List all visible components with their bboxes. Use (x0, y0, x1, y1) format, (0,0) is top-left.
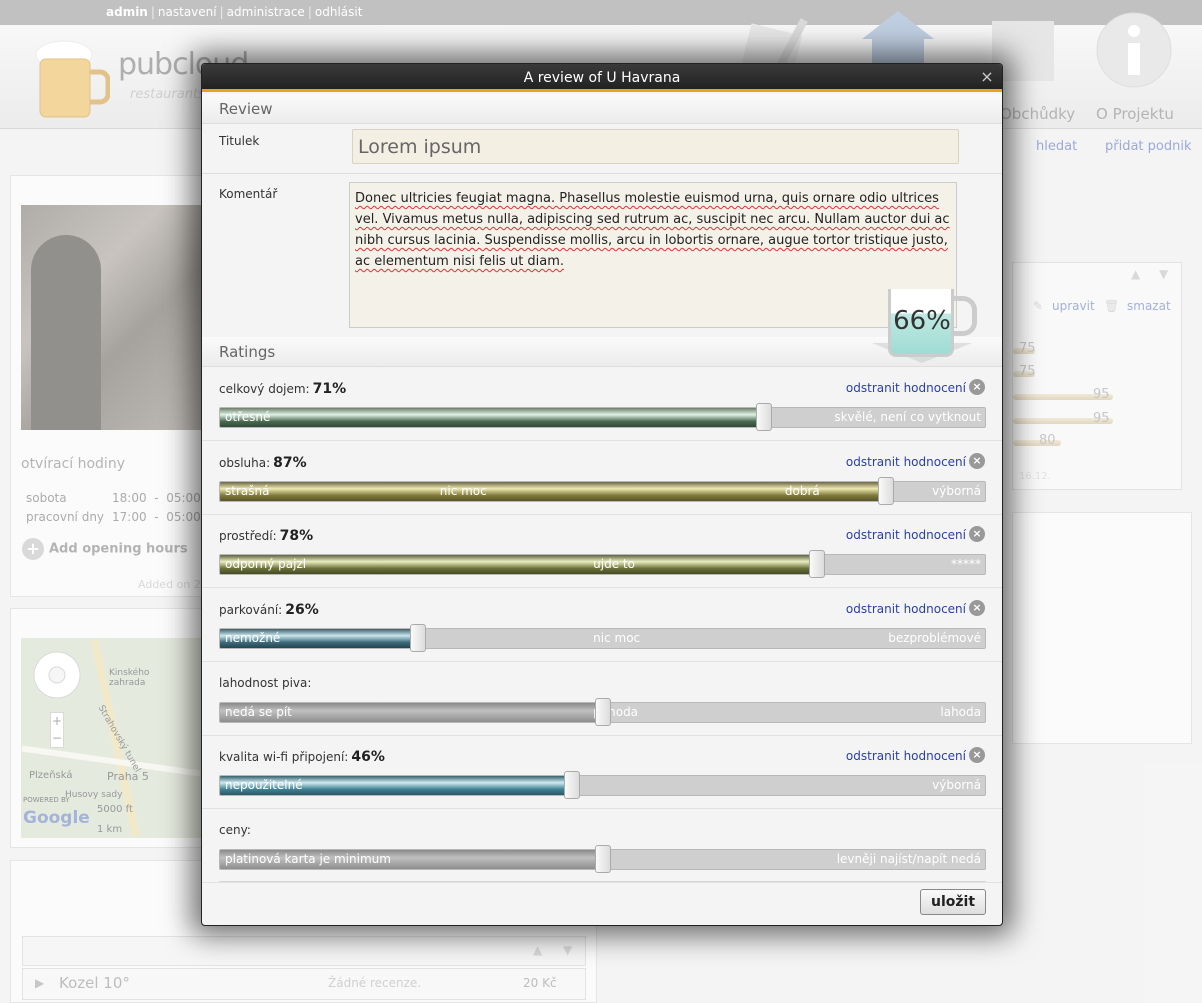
slider-tick-label: lahoda (940, 705, 981, 719)
slider-tick-label: výborná (932, 778, 981, 792)
rating-value: 26% (285, 602, 319, 618)
comment-label: Komentář (219, 187, 278, 201)
slider-tick-label: výborná (932, 484, 981, 498)
rating-slider-handle[interactable] (878, 477, 895, 505)
rating-slider-fill (220, 408, 765, 427)
slider-tick-label: nic moc (439, 484, 487, 498)
slider-tick-label: ujde to (593, 557, 635, 571)
rating-slider-fill (220, 555, 819, 574)
rating-value: 46% (351, 749, 385, 765)
rating-label: prostředí: 78% (219, 528, 314, 544)
overall-percentage: 66% (893, 306, 951, 336)
rating-row: prostředí: 78% odstranit hodnocení × odporný… (202, 514, 1002, 588)
slider-tick-label: nepoužitelné (225, 778, 303, 792)
rating-row: obsluha: 87% odstranit hodnocení × strašná ni… (202, 441, 1002, 515)
remove-rating-link[interactable]: odstranit hodnocení (846, 528, 966, 542)
slider-tick-label: otřesné (225, 410, 271, 424)
slider-tick-label: strašná (225, 484, 270, 498)
remove-icon[interactable]: × (969, 526, 985, 542)
remove-rating-link[interactable]: odstranit hodnocení (846, 602, 966, 616)
rating-label: obsluha: 87% (219, 455, 307, 471)
rating-slider-track[interactable]: nemožné nic moc bezproblémové (219, 628, 986, 649)
slider-tick-label: levněji najíst/napít nedá (836, 852, 981, 866)
rating-slider-track[interactable]: strašná nic moc dobrá výborná (219, 481, 986, 502)
slider-tick-label: odporný pajzl (225, 557, 307, 571)
review-section-heading: Review (202, 94, 1002, 124)
rating-slider-handle[interactable] (594, 698, 611, 726)
slider-tick-label: nemožné (225, 631, 281, 645)
rating-value: 87% (273, 455, 307, 471)
rating-label: celkový dojem: 71% (219, 381, 347, 397)
remove-rating-link[interactable]: odstranit hodnocení (846, 455, 966, 469)
save-button[interactable]: uložit (920, 889, 986, 915)
remove-icon[interactable]: × (969, 747, 985, 763)
rating-slider-track[interactable]: nepoužitelné výborná (219, 775, 986, 796)
title-label: Titulek (219, 134, 260, 148)
slider-tick-label: nic moc (593, 631, 641, 645)
rating-row: ceny: platinová karta je minimum levněji n… (202, 809, 1002, 883)
dialog-title: A review of U Havrana (523, 70, 681, 86)
slider-tick-label: skvělé, není co vytknout (834, 410, 981, 424)
rating-slider-track[interactable]: odporný pajzl ujde to ***** (219, 554, 986, 575)
rating-label: lahodnost piva: (219, 676, 312, 690)
rating-value: 78% (279, 528, 314, 544)
rating-slider-handle[interactable] (410, 624, 427, 652)
remove-icon[interactable]: × (969, 453, 985, 469)
rating-label: ceny: (219, 823, 251, 837)
rating-slider-handle[interactable] (563, 771, 580, 799)
remove-icon[interactable]: × (969, 600, 985, 616)
dialog-title-bar: A review of U Havrana × (202, 64, 1002, 92)
rating-row: parkování: 26% odstranit hodnocení × nemožné… (202, 588, 1002, 662)
title-input[interactable] (352, 129, 959, 164)
remove-rating-link[interactable]: odstranit hodnocení (846, 381, 966, 395)
rating-row: lahodnost piva: nedá se pít pohoda lahoda (202, 662, 1002, 736)
comment-textarea[interactable]: Donec ultricies feugiat magna. Phasellus… (349, 182, 957, 328)
rating-row: celkový dojem: 71% odstranit hodnocení × otř… (202, 367, 1002, 441)
slider-tick-label: ***** (951, 557, 981, 571)
rating-value: 71% (312, 381, 347, 397)
rating-label: parkování: 26% (219, 602, 319, 618)
slider-tick-label: bezproblémové (888, 631, 981, 645)
remove-rating-link[interactable]: odstranit hodnocení (846, 749, 966, 763)
rating-row: kvalita wi-fi připojení: 46% odstranit hod… (202, 735, 1002, 809)
rating-slider-track[interactable]: otřesné skvělé, není co vytknout (219, 407, 986, 428)
rating-label: kvalita wi-fi připojení: 46% (219, 749, 385, 765)
slider-tick-label: nedá se pít (225, 705, 292, 719)
rating-slider-handle[interactable] (809, 550, 826, 578)
slider-tick-label: dobrá (784, 484, 820, 498)
remove-icon[interactable]: × (969, 379, 985, 395)
review-dialog: A review of U Havrana × Review Titulek K… (201, 63, 1003, 926)
rating-slider-handle[interactable] (594, 845, 611, 873)
slider-tick-label: platinová karta je minimum (225, 852, 391, 866)
close-icon[interactable]: × (978, 64, 996, 92)
rating-slider-handle[interactable] (755, 403, 772, 431)
